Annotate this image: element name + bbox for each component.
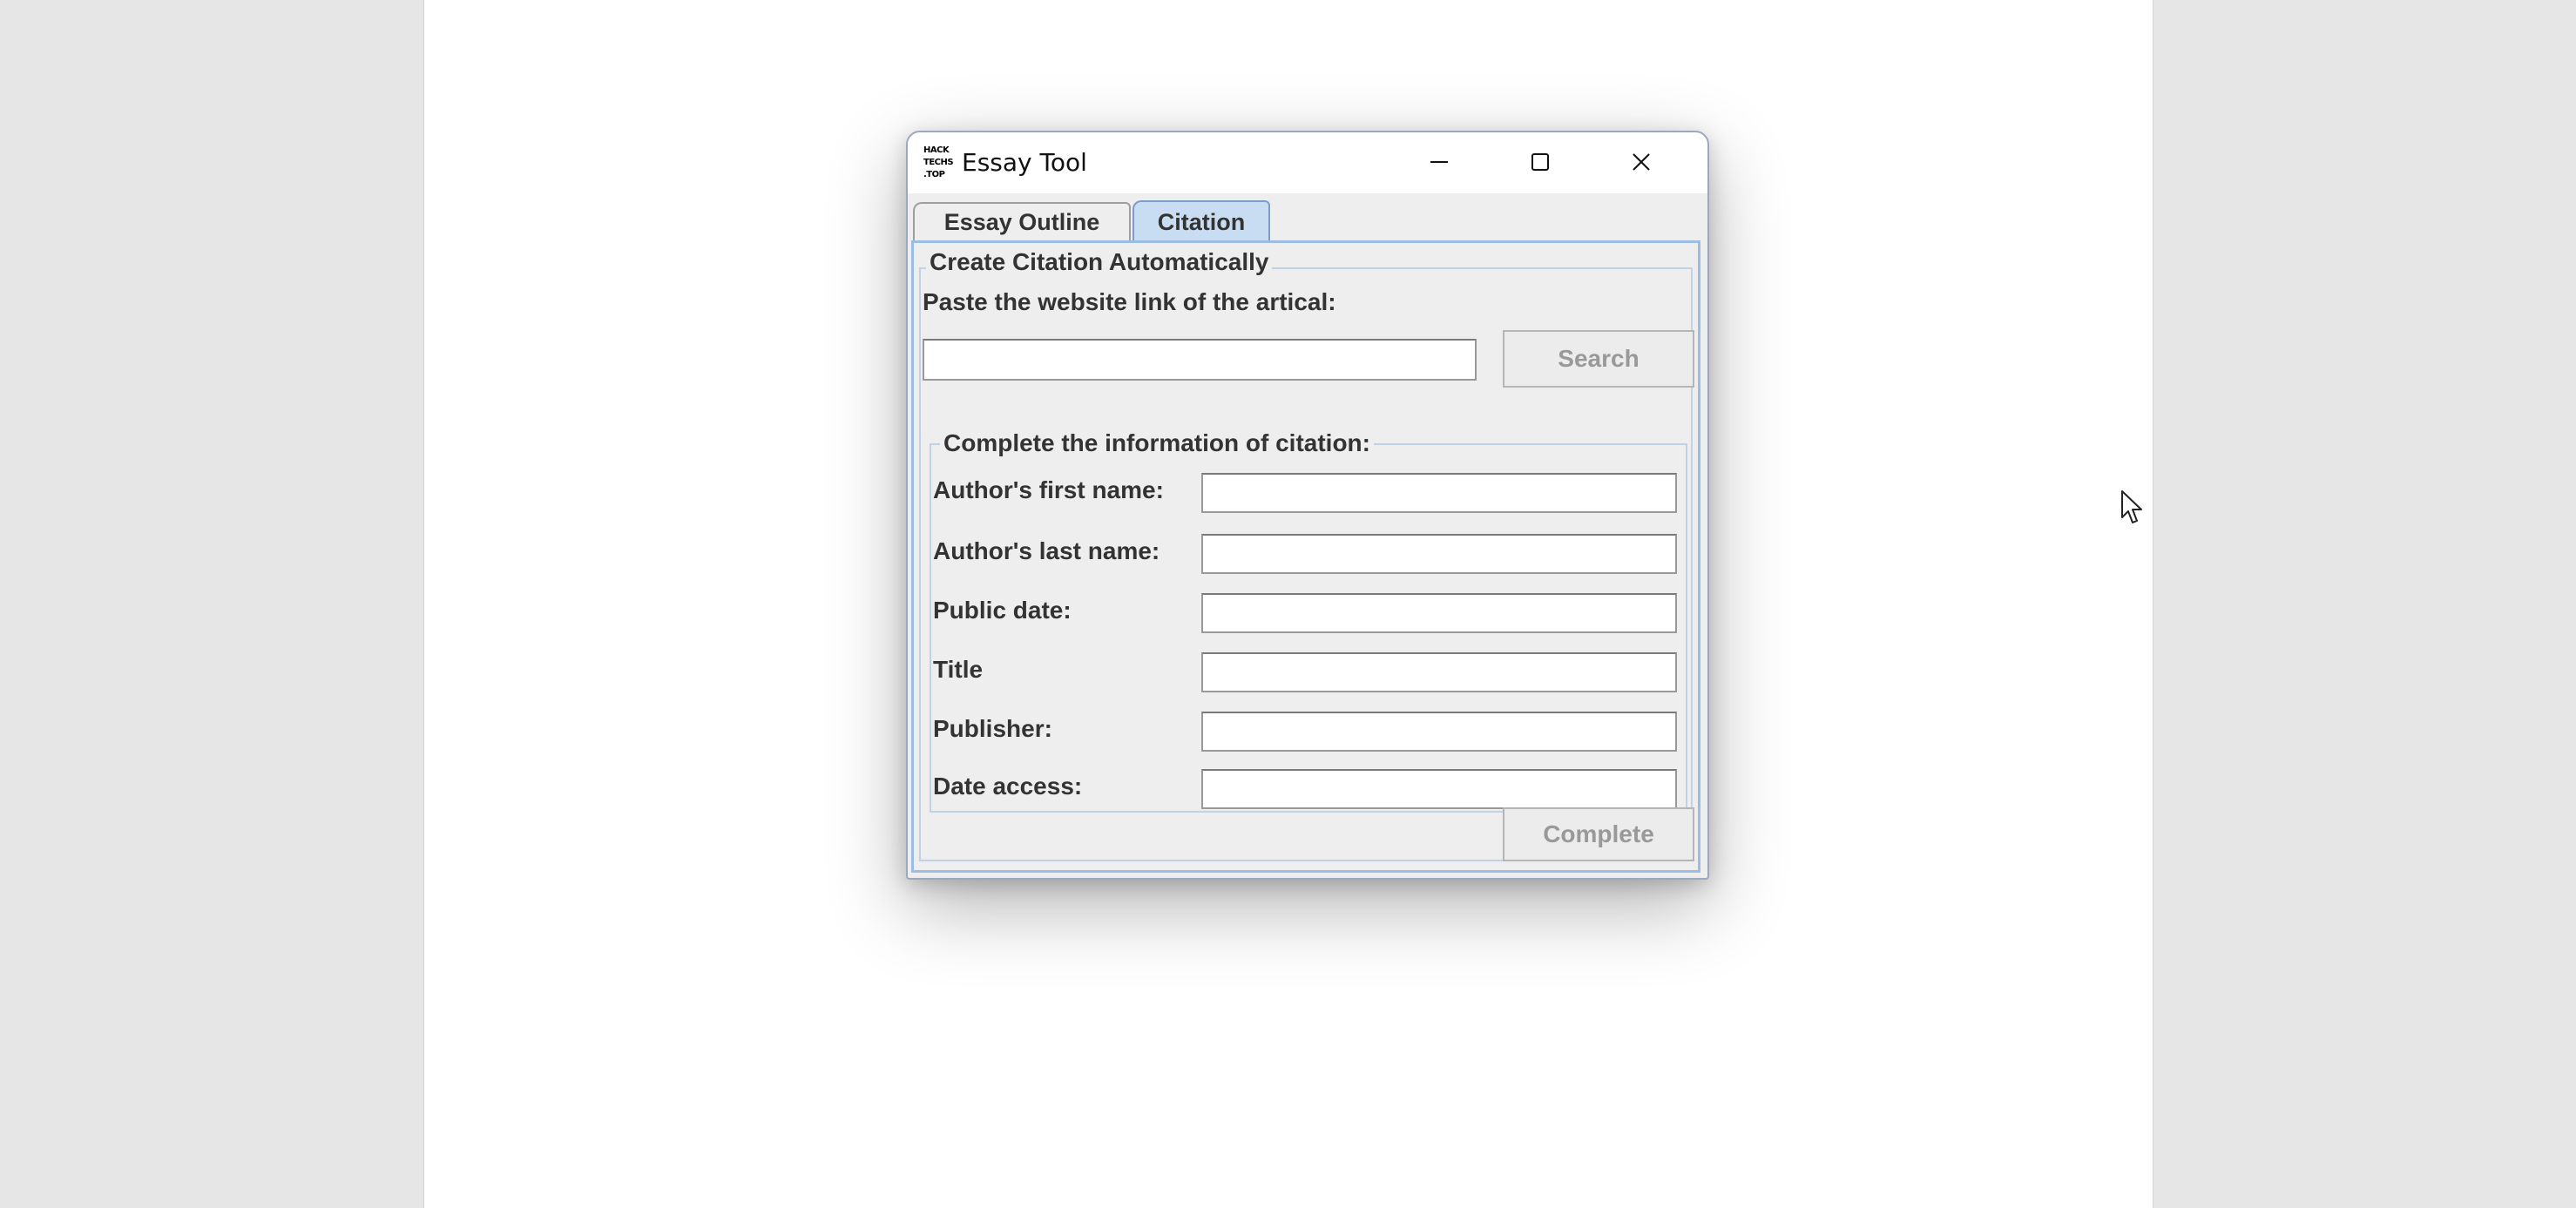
date-access-label: Date access: bbox=[933, 773, 1083, 800]
essay-tool-window: HACK TECHS .TOP Essay Tool Essay Outline… bbox=[906, 131, 1709, 880]
minimize-button[interactable] bbox=[1389, 132, 1490, 192]
author-last-name-field[interactable] bbox=[1201, 534, 1677, 574]
close-button[interactable] bbox=[1591, 132, 1692, 192]
search-button[interactable]: Search bbox=[1503, 330, 1694, 388]
tab-citation[interactable]: Citation bbox=[1132, 200, 1270, 242]
title-label: Title bbox=[933, 656, 984, 683]
minimize-icon bbox=[1430, 161, 1448, 163]
create-citation-group-title: Create Citation Automatically bbox=[926, 248, 1273, 276]
citation-info-group-title: Complete the information of citation: bbox=[940, 429, 1374, 457]
public-date-label: Public date: bbox=[933, 597, 1072, 624]
public-date-field[interactable] bbox=[1201, 593, 1677, 633]
maximize-button[interactable] bbox=[1490, 132, 1591, 192]
website-link-input[interactable] bbox=[923, 339, 1477, 381]
author-first-name-label: Author's first name: bbox=[933, 476, 1164, 503]
window-title: Essay Tool bbox=[962, 148, 1087, 177]
citation-panel: Create Citation Automatically Paste the … bbox=[911, 240, 1700, 873]
title-field[interactable] bbox=[1201, 652, 1677, 692]
author-last-name-label: Author's last name: bbox=[933, 537, 1160, 564]
publisher-label: Publisher: bbox=[933, 715, 1052, 742]
maximize-icon bbox=[1531, 153, 1549, 171]
title-bar[interactable]: HACK TECHS .TOP Essay Tool bbox=[908, 132, 1707, 193]
date-access-field[interactable] bbox=[1201, 769, 1677, 809]
close-icon bbox=[1633, 153, 1650, 171]
tab-bar: Essay Outline Citation bbox=[908, 193, 1707, 242]
author-first-name-field[interactable] bbox=[1201, 473, 1677, 513]
complete-button[interactable]: Complete bbox=[1503, 807, 1694, 861]
tab-essay-outline[interactable]: Essay Outline bbox=[913, 202, 1131, 240]
mouse-cursor-icon bbox=[2121, 490, 2142, 523]
publisher-field[interactable] bbox=[1201, 712, 1677, 752]
app-logo: HACK TECHS .TOP bbox=[923, 145, 954, 179]
paste-link-label: Paste the website link of the artical: bbox=[923, 288, 1336, 315]
